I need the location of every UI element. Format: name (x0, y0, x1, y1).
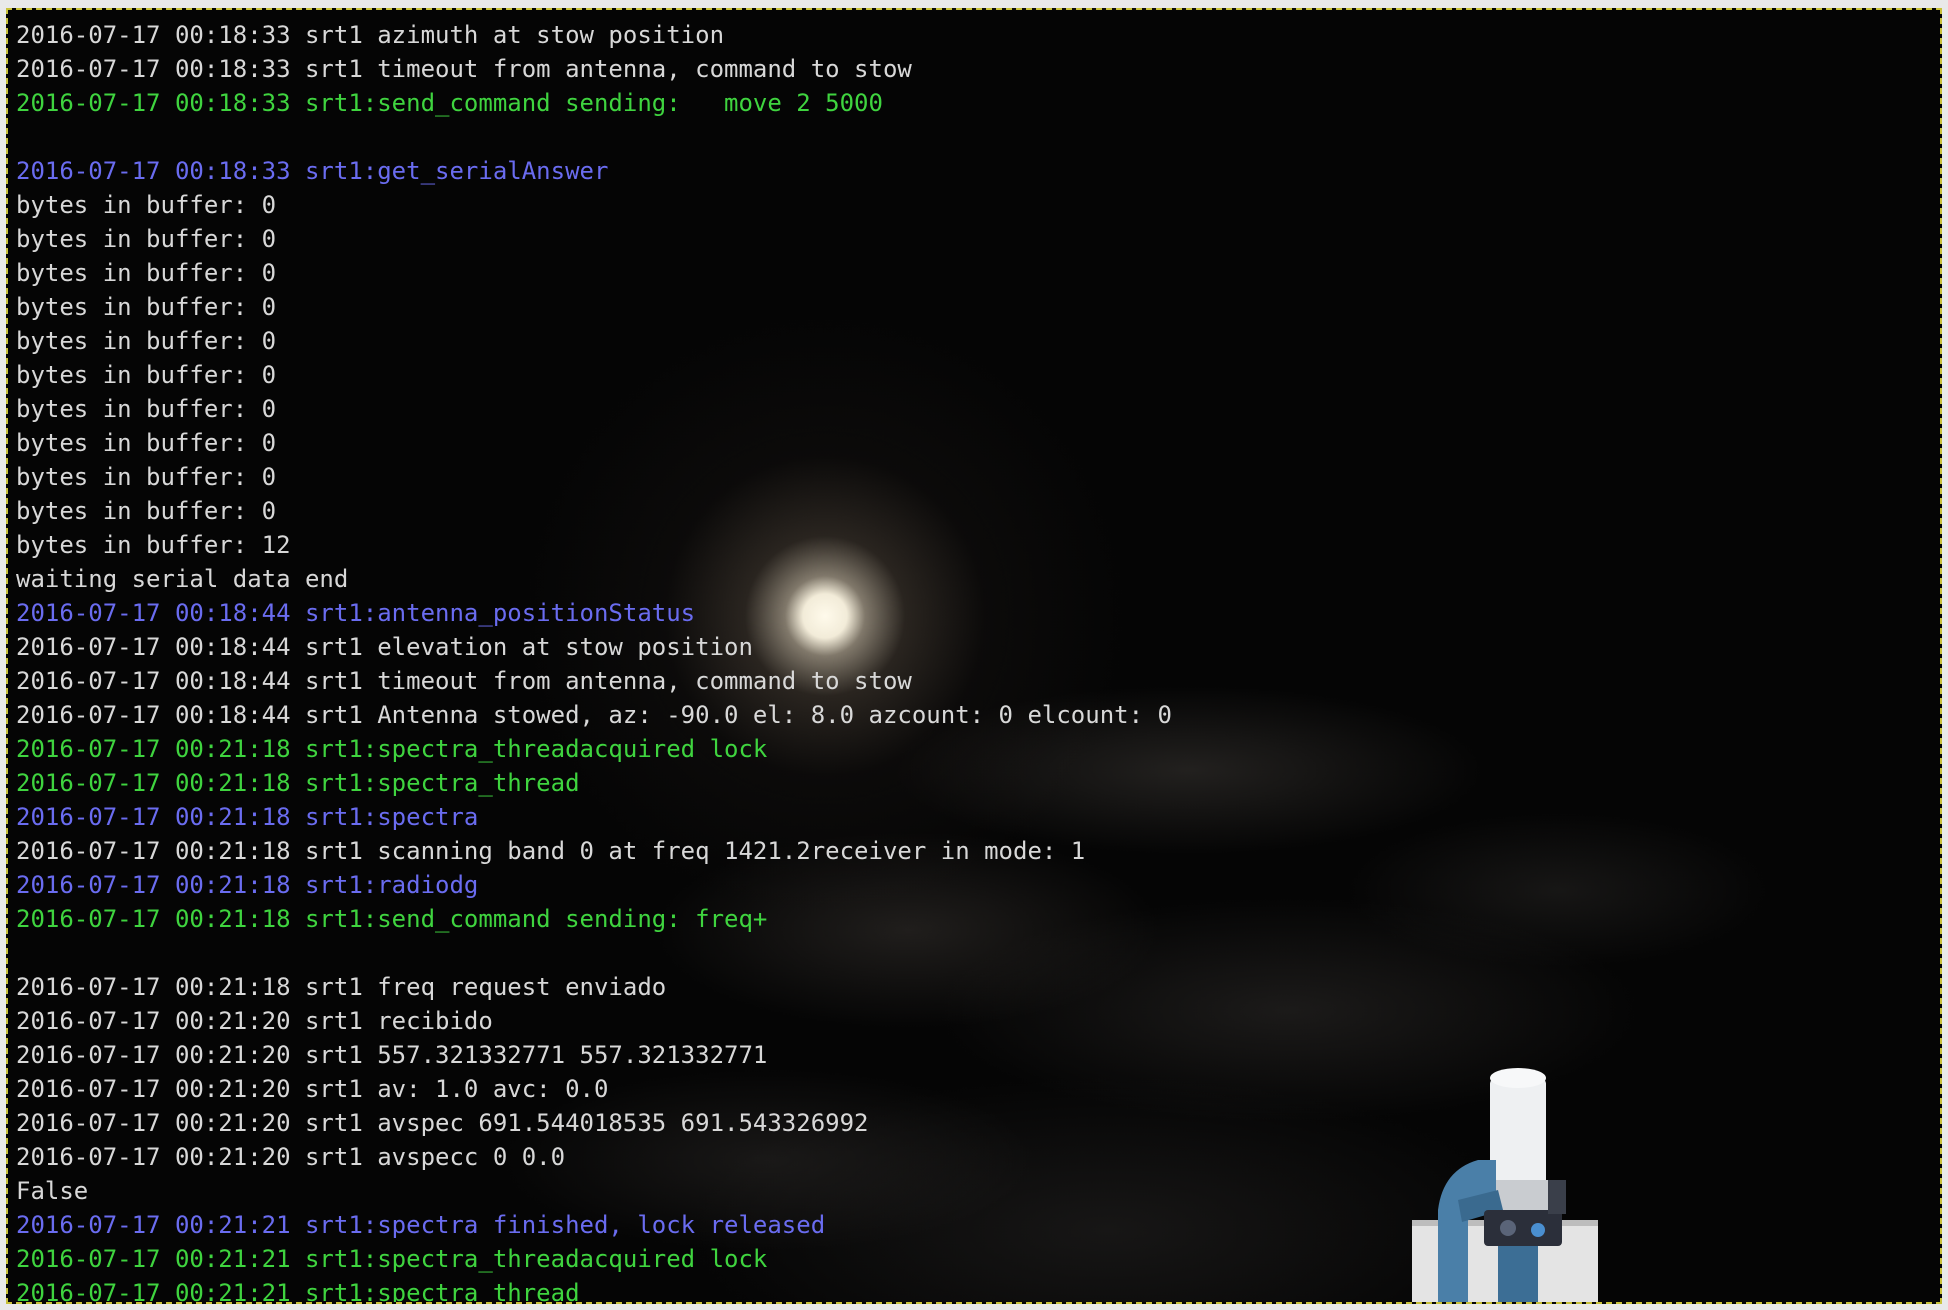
log-line: bytes in buffer: 0 (16, 191, 277, 219)
log-line: False (16, 1177, 89, 1205)
log-line: bytes in buffer: 12 (16, 531, 291, 559)
log-line: 2016-07-17 00:21:18 srt1:spectra_thread (16, 769, 580, 797)
log-line: bytes in buffer: 0 (16, 327, 277, 355)
log-line: 2016-07-17 00:18:33 srt1:get_serialAnswe… (16, 157, 609, 185)
log-line: 2016-07-17 00:21:21 srt1:spectra_thread (16, 1279, 580, 1304)
log-line: 2016-07-17 00:21:18 srt1:radiodg (16, 871, 479, 899)
log-line: bytes in buffer: 0 (16, 463, 277, 491)
log-line: bytes in buffer: 0 (16, 259, 277, 287)
log-line: 2016-07-17 00:21:20 srt1 557.321332771 5… (16, 1041, 768, 1069)
log-line: 2016-07-17 00:21:20 srt1 avspecc 0 0.0 (16, 1143, 566, 1171)
log-line: 2016-07-17 00:21:18 srt1:spectra_threada… (16, 735, 768, 763)
telescope-image (1412, 1068, 1598, 1302)
terminal-window[interactable]: 2016-07-17 00:18:33 srt1 azimuth at stow… (6, 8, 1942, 1304)
log-line: 2016-07-17 00:18:44 srt1 Antenna stowed,… (16, 701, 1172, 729)
log-line: bytes in buffer: 0 (16, 225, 277, 253)
log-line: 2016-07-17 00:18:44 srt1 timeout from an… (16, 667, 912, 695)
log-line: 2016-07-17 00:21:21 srt1:spectra finishe… (16, 1211, 826, 1239)
log-line: 2016-07-17 00:18:33 srt1 azimuth at stow… (16, 21, 725, 49)
log-line: 2016-07-17 00:21:20 srt1 avspec 691.5440… (16, 1109, 869, 1137)
log-line: bytes in buffer: 0 (16, 429, 277, 457)
log-line: 2016-07-17 00:18:44 srt1:antenna_positio… (16, 599, 696, 627)
log-line: 2016-07-17 00:21:18 srt1 scanning band 0… (16, 837, 1086, 865)
log-line: 2016-07-17 00:21:18 srt1 freq request en… (16, 973, 667, 1001)
log-line: 2016-07-17 00:21:21 srt1:spectra_threada… (16, 1245, 768, 1273)
log-line: 2016-07-17 00:21:18 srt1:spectra (16, 803, 479, 831)
log-line: bytes in buffer: 0 (16, 395, 277, 423)
log-line: bytes in buffer: 0 (16, 293, 277, 321)
log-line: 2016-07-17 00:18:33 srt1 timeout from an… (16, 55, 912, 83)
log-line: bytes in buffer: 0 (16, 497, 277, 525)
log-line: waiting serial data end (16, 565, 349, 593)
log-line: 2016-07-17 00:21:20 srt1 av: 1.0 avc: 0.… (16, 1075, 609, 1103)
log-line: 2016-07-17 00:18:33 srt1:send_command se… (16, 89, 883, 117)
log-line: 2016-07-17 00:18:44 srt1 elevation at st… (16, 633, 753, 661)
log-line: bytes in buffer: 0 (16, 361, 277, 389)
log-line: 2016-07-17 00:21:18 srt1:send_command se… (16, 905, 768, 933)
terminal-output[interactable]: 2016-07-17 00:18:33 srt1 azimuth at stow… (16, 18, 1172, 1304)
log-line: 2016-07-17 00:21:20 srt1 recibido (16, 1007, 493, 1035)
